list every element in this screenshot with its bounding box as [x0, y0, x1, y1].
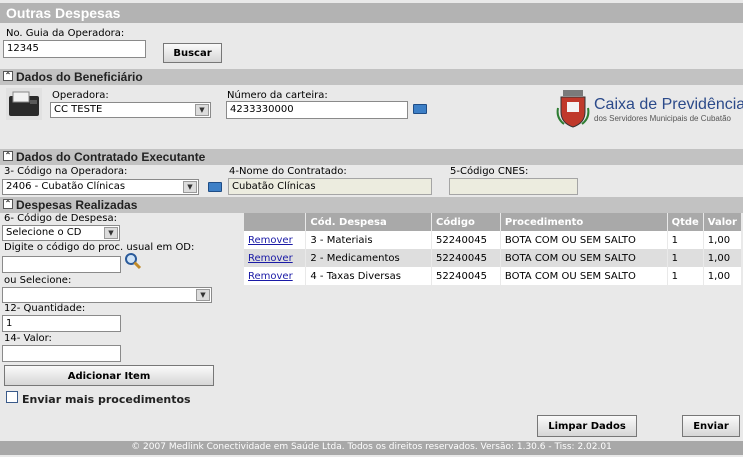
- procedimento-select[interactable]: ▼: [2, 287, 212, 303]
- remover-link[interactable]: Remover: [248, 253, 293, 264]
- enviar-mais-checkbox[interactable]: [6, 391, 18, 403]
- section-beneficiario-title: Dados do Beneficiário: [16, 70, 143, 84]
- nome-contratado-label: 4-Nome do Contratado:: [229, 166, 347, 177]
- remover-link[interactable]: Remover: [248, 235, 293, 246]
- collapse-icon[interactable]: ⌃: [3, 71, 13, 81]
- section-beneficiario: ⌃ Dados do Beneficiário: [0, 69, 743, 85]
- cell-procedimento: BOTA COM OU SEM SALTO: [500, 249, 668, 267]
- section-contratado-title: Dados do Contratado Executante: [16, 150, 206, 164]
- proc-label: Digite o código do proc. usual em OD:: [4, 242, 195, 253]
- logo-main-text: Caixa de Previdência: [594, 96, 743, 113]
- remover-link[interactable]: Remover: [248, 271, 293, 282]
- valor-input[interactable]: [2, 345, 121, 362]
- cell-codigo: 52240045: [431, 267, 501, 285]
- search-icon[interactable]: [124, 252, 142, 270]
- codigo-despesa-value: Selecione o CD: [6, 227, 82, 238]
- codigo-operadora-select[interactable]: 2406 - Cubatão Clínicas ▼: [2, 179, 199, 195]
- codigo-despesa-select[interactable]: Selecione o CD ▼: [2, 225, 120, 241]
- despesas-table: Cód. Despesa Código Procedimento Qtde Va…: [244, 213, 743, 285]
- page-title: Outras Despesas: [0, 3, 743, 23]
- enviar-mais-label: Enviar mais procedimentos: [22, 393, 191, 406]
- logo-sub-text: dos Servidores Municipais de Cubatão: [594, 114, 731, 123]
- table-row: Remover 2 - Medicamentos 52240045 BOTA C…: [244, 249, 743, 267]
- chevron-down-icon: ▼: [195, 104, 209, 116]
- carteira-input[interactable]: 4233330000: [226, 101, 408, 119]
- collapse-icon[interactable]: ⌃: [3, 199, 13, 209]
- valor-label: 14- Valor:: [4, 333, 52, 344]
- cell-valor: 1,00: [703, 267, 743, 285]
- cell-codigo: 52240045: [431, 249, 501, 267]
- limpar-dados-button[interactable]: Limpar Dados: [537, 415, 637, 437]
- card-reader-icon: [6, 88, 42, 120]
- nome-contratado-field: Cubatão Clínicas: [228, 178, 432, 195]
- quantidade-label: 12- Quantidade:: [4, 303, 86, 314]
- cnes-field: [449, 178, 578, 195]
- cell-qtde: 1: [667, 267, 704, 285]
- section-despesas: ⌃ Despesas Realizadas: [0, 197, 743, 213]
- quantidade-input[interactable]: 1: [2, 315, 121, 332]
- ou-selecione-label: ou Selecione:: [4, 275, 72, 286]
- buscar-button[interactable]: Buscar: [163, 43, 222, 63]
- cell-qtde: 1: [667, 249, 704, 267]
- header-action: [244, 213, 307, 231]
- chevron-down-icon: ▼: [183, 181, 197, 193]
- cell-valor: 1,00: [703, 249, 743, 267]
- cell-cod-despesa: 2 - Medicamentos: [305, 249, 433, 267]
- cell-codigo: 52240045: [431, 231, 501, 249]
- operadora-label: Operadora:: [52, 90, 109, 101]
- cell-cod-despesa: 3 - Materiais: [305, 231, 433, 249]
- table-row: Remover 4 - Taxas Diversas 52240045 BOTA…: [244, 267, 743, 285]
- section-contratado: ⌃ Dados do Contratado Executante: [0, 149, 743, 165]
- header-codigo: Código: [431, 213, 501, 231]
- operadora-value: CC TESTE: [54, 104, 103, 115]
- header-valor: Valor: [703, 213, 743, 231]
- section-despesas-title: Despesas Realizadas: [16, 198, 138, 212]
- cell-cod-despesa: 4 - Taxas Diversas: [305, 267, 433, 285]
- header-cod-despesa: Cód. Despesa: [305, 213, 433, 231]
- footer: © 2007 Medlink Conectividade em Saúde Lt…: [0, 441, 743, 455]
- cnes-label: 5-Código CNES:: [450, 166, 529, 177]
- carteira-label: Número da carteira:: [227, 90, 328, 101]
- logo-crest-icon: [556, 88, 590, 128]
- chevron-down-icon: ▼: [196, 289, 210, 301]
- guia-input[interactable]: 12345: [3, 40, 146, 58]
- operadora-select[interactable]: CC TESTE ▼: [50, 102, 211, 118]
- keyboard-icon[interactable]: [208, 182, 222, 192]
- keyboard-icon[interactable]: [413, 104, 427, 114]
- collapse-icon[interactable]: ⌃: [3, 151, 13, 161]
- guia-label: No. Guia da Operadora:: [6, 28, 125, 39]
- adicionar-item-button[interactable]: Adicionar Item: [4, 365, 214, 386]
- chevron-down-icon: ▼: [104, 227, 118, 239]
- codigo-operadora-value: 2406 - Cubatão Clínicas: [6, 181, 126, 192]
- enviar-button[interactable]: Enviar: [682, 415, 740, 437]
- table-row: Remover 3 - Materiais 52240045 BOTA COM …: [244, 231, 743, 249]
- header-procedimento: Procedimento: [500, 213, 668, 231]
- header-qtde: Qtde: [667, 213, 704, 231]
- proc-input[interactable]: [2, 256, 121, 273]
- codigo-despesa-label: 6- Código de Despesa:: [4, 213, 117, 224]
- table-header-row: Cód. Despesa Código Procedimento Qtde Va…: [244, 213, 743, 231]
- codigo-operadora-label: 3- Código na Operadora:: [4, 166, 128, 177]
- cell-procedimento: BOTA COM OU SEM SALTO: [500, 267, 668, 285]
- cell-valor: 1,00: [703, 231, 743, 249]
- cell-qtde: 1: [667, 231, 704, 249]
- cell-procedimento: BOTA COM OU SEM SALTO: [500, 231, 668, 249]
